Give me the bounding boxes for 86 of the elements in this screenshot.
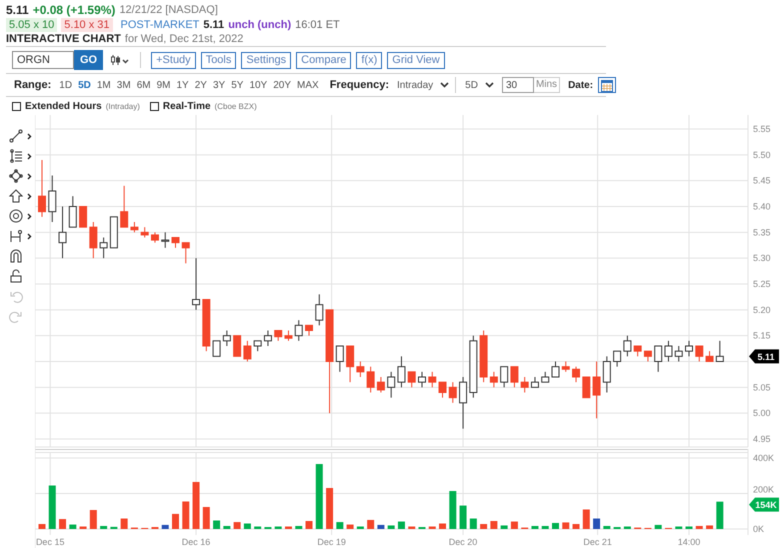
range-option[interactable]: 6M [134,80,154,90]
option-label: Real-Time [162,100,211,112]
frequency-dropdown[interactable]: Intraday [394,80,436,90]
range-option[interactable]: 5D [75,80,94,90]
range-option[interactable]: 1D [56,80,76,90]
measure-tool-icon[interactable] [9,229,23,243]
option-note: (Intraday) [106,102,140,110]
lock-tool-icon[interactable] [9,269,23,283]
toolbar-button[interactable]: f(x) [356,52,382,68]
axis-label: 0K [753,524,764,534]
option-label: Extended Hours [25,100,102,112]
range-label: Range: [14,79,52,91]
axis-label: 5.05 [753,382,771,392]
post-market-price: 5.11 [203,18,224,30]
last-price: 5.11 [6,2,29,16]
axis-label: 5.00 [753,408,771,418]
axis-label: Dec 16 [182,537,210,547]
checkbox[interactable] [150,102,159,110]
submenu-caret-icon[interactable] [27,172,32,180]
price-change: +0.08 (+1.59%) [32,2,116,16]
axis-label: 5.35 [753,227,771,238]
chevron-down-icon[interactable] [440,82,450,88]
chart-type-icon[interactable] [110,54,130,66]
range-option[interactable]: 9M [154,80,174,90]
axis-label: 5.25 [753,279,771,289]
axis-label: 5.40 [753,202,771,212]
submenu-caret-icon[interactable] [27,132,32,140]
chart-date: for Wed, Dec 21st, 2022 [124,33,244,45]
interval-unit: Mins [534,77,560,93]
fib-tool-icon[interactable] [9,149,23,163]
axis-label: Dec 19 [317,537,346,547]
checkbox[interactable] [12,102,21,110]
arrow-tool-icon[interactable] [9,189,23,203]
quote-date: 12/21/22 [NASDAQ] [119,4,218,16]
circle-tool-icon[interactable] [9,209,23,223]
toolbar-button[interactable]: Settings [241,52,292,68]
axis-label: 5.45 [753,176,771,186]
range-option[interactable]: 10Y [246,80,270,90]
axis-label: 14:00 [678,537,700,547]
range-option[interactable]: 2Y [192,80,210,90]
post-market-change: unch (unch) [228,18,292,30]
range-option[interactable]: MAX [294,80,322,90]
date-label: Date: [568,80,594,90]
chevron-down-icon[interactable] [484,82,494,88]
submenu-caret-icon[interactable] [27,212,32,220]
session-label: POST-MARKET [120,18,200,30]
go-button[interactable]: GO [74,50,104,70]
calendar-button[interactable] [598,77,616,93]
toolbar-button[interactable]: +Study [151,52,196,68]
submenu-caret-icon[interactable] [27,192,32,200]
frequency-label: Frequency: [330,79,389,91]
chart-heading: INTERACTIVE CHART [6,33,121,45]
post-market-time: 16:01 ET [295,18,340,30]
axis-label: 400K [753,453,774,463]
toolbar-button[interactable]: Compare [296,52,352,68]
axis-label: 5.20 [753,304,771,315]
bid-chip: 5.05 x 10 [6,18,58,32]
range-option[interactable]: 1Y [174,80,192,90]
axis-label: 5.30 [753,253,771,264]
toolbar-button[interactable]: Tools [200,52,236,68]
axis-label: Dec 15 [36,537,64,547]
last-price-tag: 5.11 [749,349,779,364]
line-tool-icon[interactable] [9,129,23,143]
symbol-field[interactable]: ORGN [12,51,74,69]
axis-label: Dec 21 [583,537,612,547]
shape-tool-icon[interactable] [9,169,23,183]
range-option[interactable]: 1M [94,80,114,90]
axis-label: 5.15 [753,330,771,341]
range-option[interactable]: 3Y [210,80,228,90]
submenu-caret-icon[interactable] [27,232,32,240]
axis-label: 200K [753,484,774,494]
range-option[interactable]: 5Y [228,80,246,90]
ask-chip: 5.10 x 31 [61,18,113,32]
submenu-caret-icon[interactable] [27,152,32,160]
last-volume-tag: 154K [749,498,779,512]
axis-label: 4.95 [753,434,771,444]
axis-label: 5.55 [753,124,771,134]
magnet-tool-icon[interactable] [9,249,23,263]
range-option[interactable]: 20Y [270,80,294,90]
interval-field[interactable]: 30 [502,77,534,93]
toolbar-button[interactable]: Grid View [387,52,445,68]
option-note: (Cboe BZX) [214,102,257,110]
range-option[interactable]: 3M [114,80,134,90]
axis-label: 5.50 [753,150,771,160]
period-dropdown[interactable]: 5D [462,80,481,90]
axis-label: Dec 20 [448,537,478,547]
